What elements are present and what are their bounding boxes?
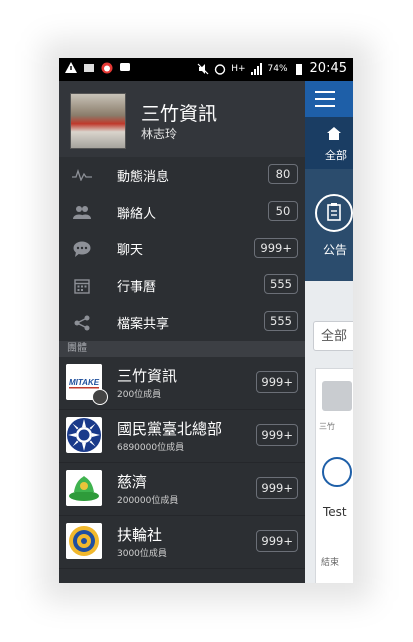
count-badge: 999+ (256, 529, 298, 552)
battery-percent: 74% (267, 63, 288, 74)
network-type: H+ (231, 63, 246, 74)
menu-item-calendar[interactable]: 行事曆 555 (59, 267, 305, 304)
count-badge: 80 (268, 164, 298, 184)
menu-hamburger-icon[interactable] (315, 91, 335, 107)
user-avatar-icon (322, 381, 352, 411)
group-item-kmt[interactable]: 國民黨臺北總部 6890000位成員 999+ (59, 410, 305, 463)
profile-title: 三竹資訊 (141, 103, 218, 125)
group-members: 3000位成員 (117, 548, 167, 559)
top-app-bar (305, 81, 353, 117)
group-name: 慈濟 (117, 472, 148, 491)
post-text: Test (323, 505, 347, 519)
battery-icon (295, 63, 302, 75)
activity-icon (59, 169, 105, 182)
group-members: 6890000位成員 (117, 442, 185, 453)
menu-item-chat[interactable]: 聊天 999+ (59, 231, 305, 268)
group-item-mitake[interactable]: MITAKE 三竹資訊 200位成員 999+ (59, 357, 305, 410)
count-badge: 50 (268, 200, 298, 221)
count-badge: 999+ (256, 476, 298, 499)
avatar (70, 93, 126, 149)
menu-item-activity[interactable]: 動態消息 80 (59, 157, 305, 194)
attachment-icon[interactable] (322, 457, 352, 487)
groups-section-header: 團體 (59, 340, 305, 357)
post-status: 結束 (321, 558, 340, 568)
chat-bubble-icon (59, 241, 105, 257)
status-left-icons (65, 62, 131, 74)
signal-icon (250, 62, 262, 75)
group-members: 200位成員 (117, 389, 162, 400)
status-bar: H+ 74% 20:45 (59, 58, 353, 81)
notice-banner: 公告 (305, 169, 353, 281)
menu-item-file-share[interactable]: 檔案共享 555 (59, 304, 305, 341)
tab-bar: 全部 (305, 117, 353, 169)
count-badge: 999+ (254, 237, 298, 258)
group-item-tzu-chi[interactable]: 慈濟 200000位成員 999+ (59, 463, 305, 516)
mute-icon (197, 63, 209, 74)
chat-icon (120, 63, 130, 71)
post-group-tag: 三竹 (319, 422, 335, 431)
filter-dropdown[interactable]: 全部 (313, 321, 353, 351)
warning-icon (65, 62, 77, 73)
navigation-drawer: 三竹資訊 林志玲 動態消息 80 聯絡人 50 聊天 999+ 行事曆 555 … (59, 81, 305, 583)
share-icon (59, 315, 105, 331)
group-name: 三竹資訊 (117, 366, 178, 385)
group-name: 國民黨臺北總部 (117, 419, 223, 438)
group-members: 200000位成員 (117, 495, 179, 506)
post-card[interactable]: 三竹 Test 結束 (315, 368, 353, 583)
admin-badge-icon (92, 388, 108, 405)
profile-header[interactable]: 三竹資訊 林志玲 (59, 81, 305, 157)
tzu-chi-logo-icon (66, 469, 102, 506)
alarm-icon (215, 63, 226, 75)
tab-all[interactable]: 全部 (325, 147, 347, 163)
contacts-icon (59, 205, 105, 220)
profile-subtitle: 林志玲 (141, 127, 178, 141)
count-badge: 999+ (256, 423, 298, 446)
svg-text:MITAKE: MITAKE (69, 378, 100, 387)
calendar-icon (59, 278, 105, 294)
count-badge: 555 (264, 311, 298, 332)
kmt-emblem-icon (66, 416, 102, 453)
rotary-wheel-icon (66, 522, 102, 559)
count-badge: 999+ (256, 370, 298, 393)
count-badge: 555 (264, 274, 298, 295)
home-icon[interactable] (327, 127, 341, 144)
menu-item-contacts[interactable]: 聯絡人 50 (59, 194, 305, 231)
sim-icon (84, 64, 94, 72)
main-panel: 全部 公告 全部 三竹 Test 結束 (305, 81, 353, 583)
group-name: 扶輪社 (117, 525, 163, 544)
phone-screen: H+ 74% 20:45 三竹資訊 林志玲 動態消息 80 聯絡人 50 聊天 … (59, 58, 353, 583)
alarm-app-icon (101, 62, 113, 74)
notice-label: 公告 (323, 243, 348, 257)
notice-clipboard-icon[interactable] (315, 194, 353, 232)
group-item-rotary[interactable]: 扶輪社 3000位成員 999+ (59, 516, 305, 569)
status-right-icons: H+ 74% 20:45 (197, 61, 347, 76)
clock: 20:45 (309, 61, 347, 76)
